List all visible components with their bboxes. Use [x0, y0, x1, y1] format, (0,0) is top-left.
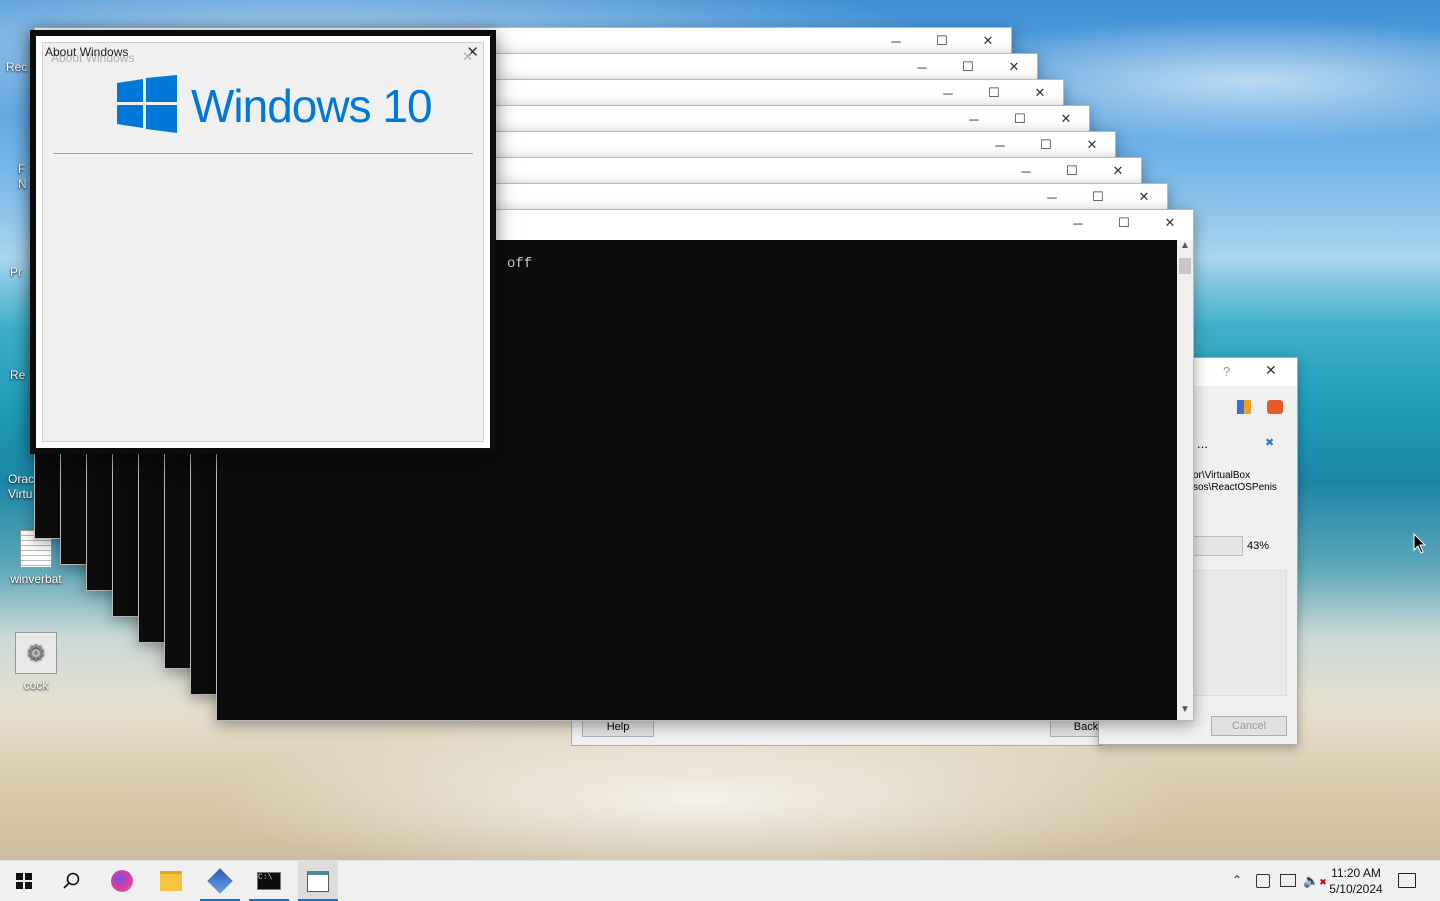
- close-icon[interactable]: ✕: [965, 28, 1011, 54]
- minimize-icon[interactable]: ─: [873, 28, 919, 54]
- taskbar-file-explorer[interactable]: [151, 861, 191, 901]
- start-button[interactable]: [4, 861, 44, 901]
- action-center-icon[interactable]: [1398, 873, 1416, 888]
- close-icon-shadow: ✕: [462, 49, 473, 64]
- maximize-icon[interactable]: ☐: [919, 28, 965, 54]
- close-icon[interactable]: ✕: [1017, 80, 1063, 106]
- minimize-icon[interactable]: ─: [1029, 184, 1075, 210]
- close-icon[interactable]: ✕: [1121, 184, 1167, 210]
- desktop-icon-label: winverbat: [10, 572, 62, 586]
- desktop-icon-fragment[interactable]: F: [18, 162, 25, 176]
- taskbar-cmd[interactable]: C:\: [249, 861, 289, 901]
- taskbar-virtualbox[interactable]: [200, 861, 240, 901]
- cancel-button[interactable]: Cancel: [1211, 716, 1287, 736]
- maximize-icon[interactable]: ☐: [997, 106, 1043, 132]
- windows-logo-text: Windows 10: [191, 80, 433, 132]
- scroll-thumb[interactable]: [1179, 258, 1191, 274]
- desktop-icon-fragment[interactable]: N: [18, 177, 27, 191]
- virtualbox-icon: [207, 868, 233, 894]
- windows-logo: [117, 75, 177, 133]
- taskbar: C:\ ⌃ 🔈✖ 11:20 AM 5/10/2024: [0, 860, 1440, 901]
- about-windows-dialog[interactable]: About Windows About Windows ✕ ✕ Windows …: [30, 30, 496, 454]
- desktop-icon-fragment[interactable]: Virtu: [8, 487, 32, 501]
- desktop-icon-label: cock: [23, 678, 49, 692]
- firefox-icon: [111, 870, 133, 892]
- progress-bar: [1193, 536, 1243, 556]
- winver-icon: [307, 870, 329, 892]
- console-scrollbar[interactable]: ▲ ▼: [1177, 240, 1193, 720]
- maximize-icon[interactable]: ☐: [1049, 158, 1095, 184]
- minimize-icon[interactable]: ─: [1055, 210, 1101, 236]
- console-text: off: [507, 256, 533, 272]
- desktop: Rec F N Pr Re Orac Virtu winverbat ⚙ coc…: [0, 0, 1440, 860]
- scroll-down-icon[interactable]: ▼: [1177, 704, 1193, 720]
- maximize-icon[interactable]: ☐: [971, 80, 1017, 106]
- start-icon: [16, 873, 32, 889]
- maximize-icon[interactable]: ☐: [1023, 132, 1069, 158]
- display-tray-icon[interactable]: [1280, 874, 1296, 887]
- installer-path-line1: or\VirtualBox: [1193, 470, 1251, 481]
- toolbar-icon-1[interactable]: [1237, 400, 1251, 414]
- mouse-cursor-icon: [1413, 532, 1427, 558]
- search-button[interactable]: [52, 861, 92, 901]
- scroll-up-icon[interactable]: ▲: [1177, 240, 1193, 256]
- blue-x-icon[interactable]: ✖: [1265, 436, 1274, 449]
- close-icon[interactable]: ✕: [1069, 132, 1115, 158]
- help-question-button[interactable]: ?: [1223, 364, 1230, 379]
- cmd-icon: C:\: [257, 872, 281, 890]
- clock-time: 11:20 AM: [1331, 866, 1381, 880]
- divider: [53, 153, 473, 154]
- show-hidden-icons-chevron-icon[interactable]: ⌃: [1232, 873, 1242, 887]
- installer-ellipsis: ...: [1197, 436, 1208, 451]
- desktop-icon-cock[interactable]: ⚙ cock: [4, 632, 68, 692]
- dialog-title: About Windows: [45, 45, 129, 59]
- clock-date: 5/10/2024: [1329, 882, 1383, 896]
- maximize-icon[interactable]: ☐: [1075, 184, 1121, 210]
- taskbar-winver[interactable]: [298, 861, 338, 901]
- file-explorer-icon: [160, 871, 182, 891]
- minimize-icon[interactable]: ─: [977, 132, 1023, 158]
- maximize-icon[interactable]: ☐: [1101, 210, 1147, 236]
- desktop-icon-fragment[interactable]: Rec: [6, 60, 27, 74]
- minimize-icon[interactable]: ─: [951, 106, 997, 132]
- desktop-icon-fragment[interactable]: Re: [10, 368, 25, 382]
- volume-muted-icon[interactable]: 🔈✖: [1303, 873, 1327, 889]
- minimize-icon[interactable]: ─: [1003, 158, 1049, 184]
- close-icon[interactable]: ✕: [1265, 362, 1277, 379]
- toolbar-icon-2[interactable]: [1267, 400, 1283, 414]
- close-icon[interactable]: ✕: [991, 54, 1037, 80]
- close-icon[interactable]: ✕: [1095, 158, 1141, 184]
- search-icon: [63, 872, 80, 889]
- about-dialog-body: About Windows About Windows ✕ ✕ Windows …: [42, 42, 484, 442]
- minimize-icon[interactable]: ─: [925, 80, 971, 106]
- maximize-icon[interactable]: ☐: [945, 54, 991, 80]
- installer-path-line2: sos\ReactOSPenis: [1193, 482, 1277, 493]
- gear-file-icon: ⚙: [15, 632, 57, 674]
- desktop-icon-fragment[interactable]: Pr: [10, 265, 22, 279]
- close-icon[interactable]: ✕: [1147, 210, 1193, 236]
- progress-percent: 43%: [1247, 540, 1270, 552]
- installer-log-area: [1193, 570, 1287, 696]
- close-icon[interactable]: ✕: [1043, 106, 1089, 132]
- taskbar-firefox[interactable]: [102, 861, 142, 901]
- minimize-icon[interactable]: ─: [899, 54, 945, 80]
- desktop-icon-fragment[interactable]: Orac: [8, 472, 34, 486]
- clock[interactable]: 11:20 AM 5/10/2024: [1326, 865, 1386, 897]
- network-tray-icon[interactable]: [1256, 874, 1270, 888]
